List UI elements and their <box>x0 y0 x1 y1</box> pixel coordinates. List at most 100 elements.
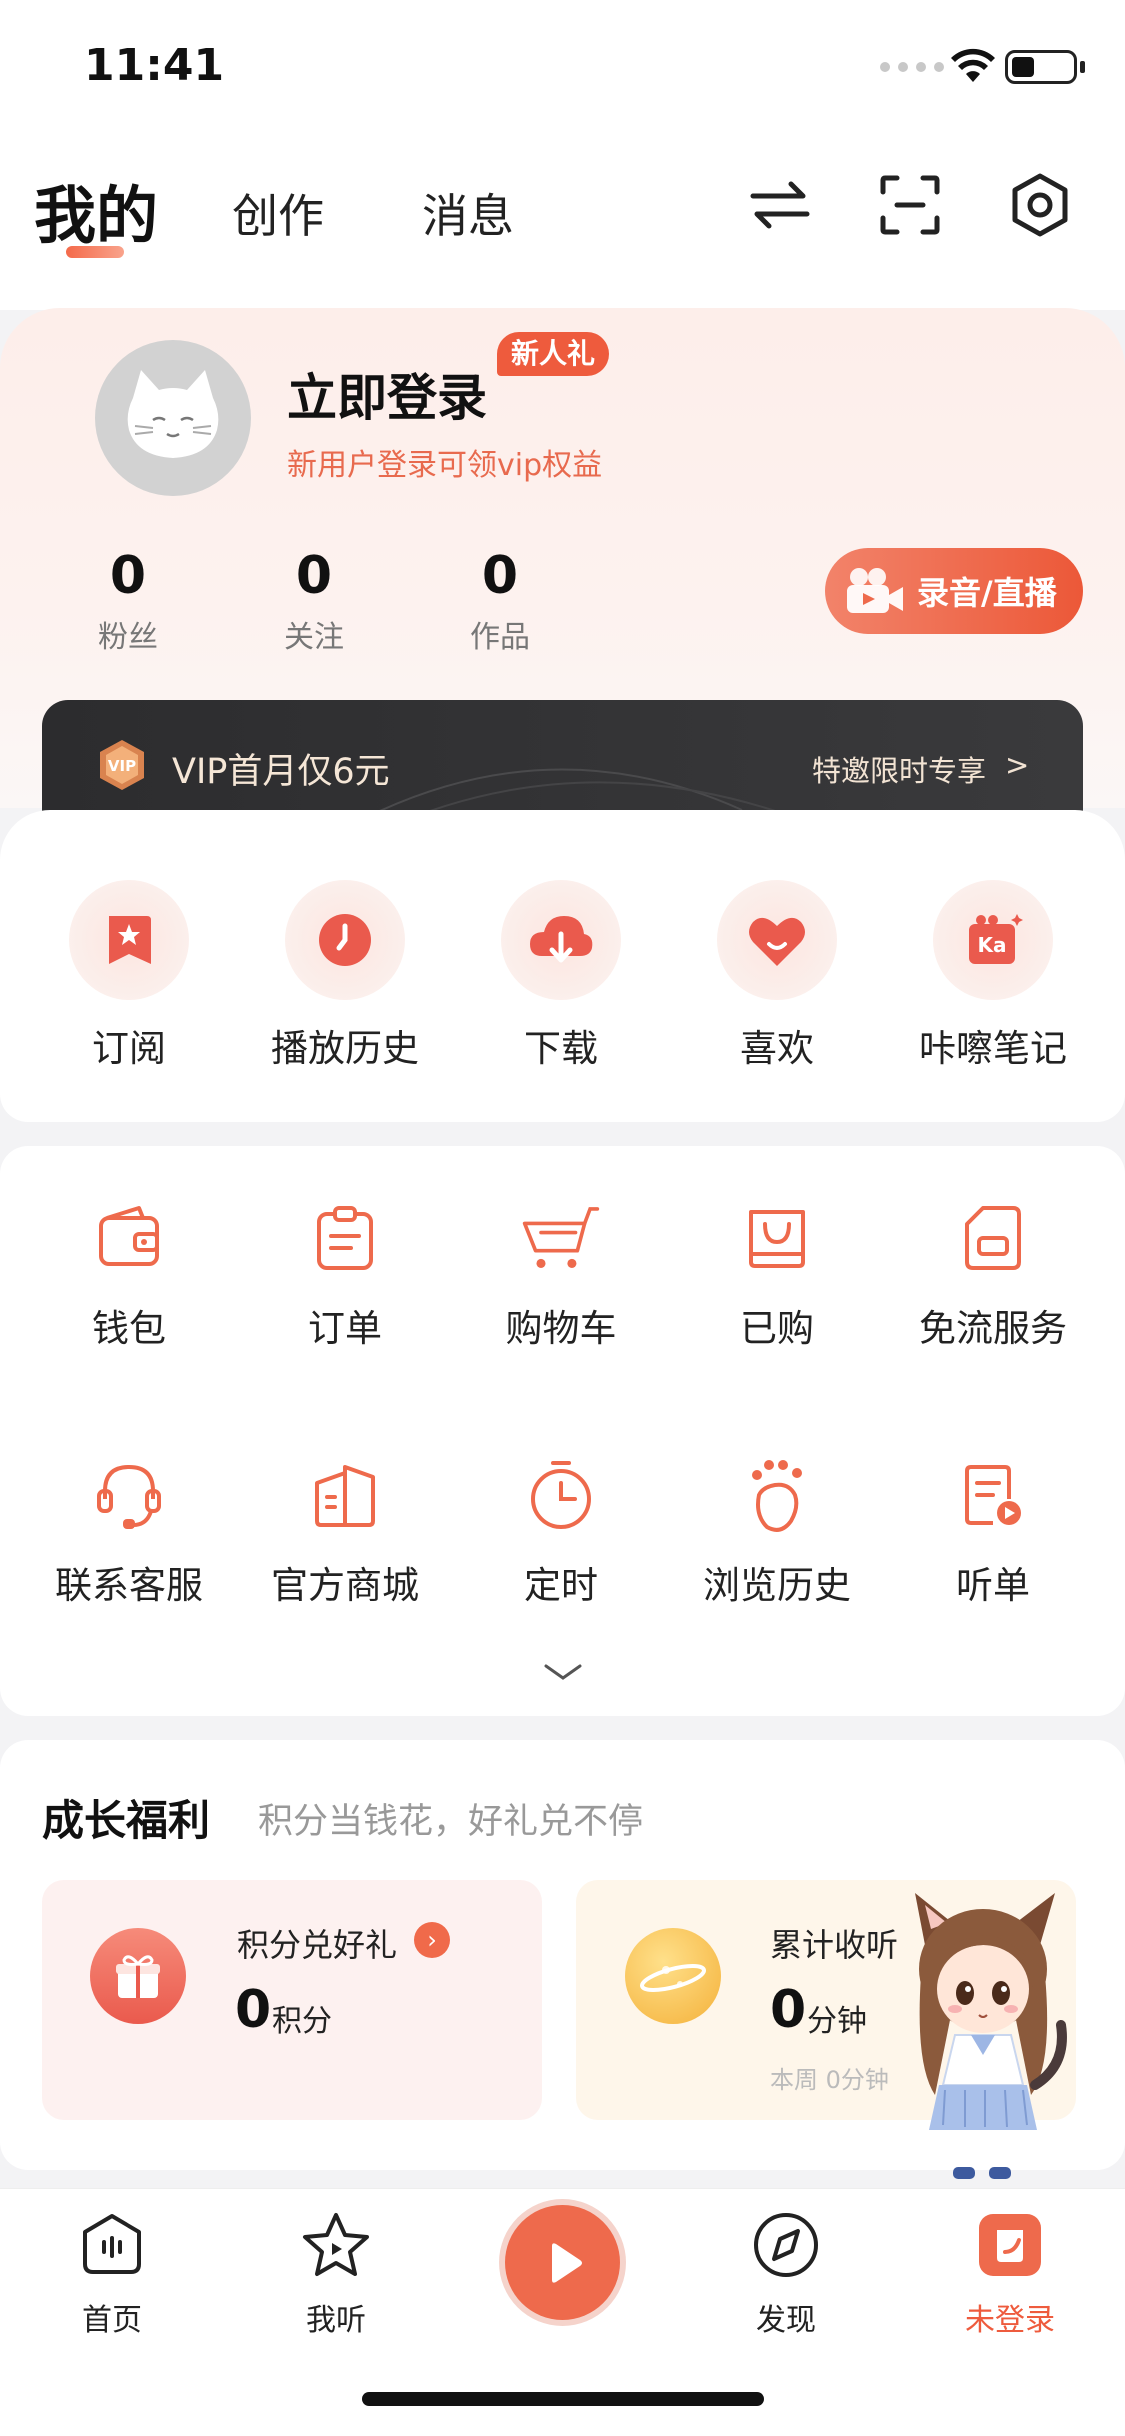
vip-limited-text[interactable]: 特邀限时专享 <box>812 748 986 790</box>
play-icon <box>551 2242 582 2283</box>
vip-crown-icon: VIP <box>100 740 144 790</box>
quick-like-label: 喜欢 <box>740 1027 814 1070</box>
listen-value: 0 <box>770 1980 807 2040</box>
service-cart[interactable]: 购物车 <box>461 1198 661 1352</box>
tab-active-indicator <box>66 246 124 258</box>
gift-icon <box>90 1928 186 2024</box>
service-timer[interactable]: 定时 <box>461 1455 661 1609</box>
planet-icon <box>625 1928 721 2024</box>
download-icon <box>530 916 593 963</box>
points-unit: 积分 <box>272 2004 332 2039</box>
service-order[interactable]: 订单 <box>245 1198 445 1352</box>
nav-discover-label: 发现 <box>756 2303 816 2338</box>
record-live-button[interactable]: 录音/直播 <box>825 548 1083 634</box>
new-user-badge: 新人礼 <box>497 332 610 376</box>
vip-arrow[interactable]: > <box>1005 748 1029 782</box>
fans-label[interactable]: 粉丝 <box>88 612 168 656</box>
customer-service-icon <box>97 1464 161 1529</box>
browse-history-icon <box>752 1460 802 1532</box>
home-indicator <box>362 2392 764 2406</box>
nav-discover[interactable]: 发现 <box>716 2205 856 2339</box>
service-purchased[interactable]: 已购 <box>677 1198 877 1352</box>
service-cart-label: 购物车 <box>505 1307 617 1350</box>
service-customer-service-label: 联系客服 <box>55 1564 203 1607</box>
quick-note[interactable]: Ka 咔嚓笔记 <box>893 880 1093 1072</box>
nav-home-label: 首页 <box>82 2303 142 2338</box>
svg-text:VIP: VIP <box>108 757 136 775</box>
free-data-icon <box>965 1206 1021 1270</box>
battery-cap <box>1080 61 1085 73</box>
signal-dots <box>880 62 944 72</box>
tab-create[interactable]: 创作 <box>232 180 324 246</box>
points-arrow-icon[interactable]: › <box>414 1922 450 1958</box>
service-playlist-label: 听单 <box>956 1564 1030 1607</box>
svg-text:Ka: Ka <box>978 933 1007 957</box>
cat-girl-mascot[interactable] <box>895 1885 1070 2185</box>
wallet-icon <box>99 1206 159 1266</box>
service-free-data[interactable]: 免流服务 <box>893 1198 1093 1352</box>
tab-mine[interactable]: 我的 <box>34 165 158 255</box>
quick-download-label: 下载 <box>524 1027 598 1070</box>
service-wallet-label: 钱包 <box>92 1307 166 1350</box>
service-free-data-label: 免流服务 <box>919 1307 1067 1350</box>
nav-listen[interactable]: 我听 <box>266 2205 406 2339</box>
star-icon <box>303 2213 369 2276</box>
service-mall[interactable]: 官方商城 <box>245 1455 445 1609</box>
scan-icon[interactable] <box>875 170 945 240</box>
service-customer-service[interactable]: 联系客服 <box>29 1455 229 1609</box>
order-icon <box>317 1206 373 1270</box>
top-nav: 我的 创作 消息 <box>0 140 1125 310</box>
cart-icon <box>522 1207 600 1268</box>
quick-subscribe[interactable]: 订阅 <box>29 880 229 1072</box>
note-icon: Ka <box>969 914 1023 964</box>
nav-home[interactable]: 首页 <box>42 2205 182 2339</box>
video-camera-icon <box>847 568 903 613</box>
login-subtitle[interactable]: 新用户登录可领vip权益 <box>287 440 602 484</box>
expand-chevron-icon[interactable] <box>540 1660 586 1684</box>
nav-profile-label: 未登录 <box>965 2303 1055 2338</box>
points-label: 积分兑好礼 <box>237 1926 398 1964</box>
avatar[interactable] <box>95 340 251 496</box>
listen-week: 本周 0分钟 <box>770 2066 889 2094</box>
settings-icon[interactable] <box>1005 170 1075 240</box>
service-timer-label: 定时 <box>524 1564 598 1607</box>
service-wallet[interactable]: 钱包 <box>29 1198 229 1352</box>
vip-offer-text[interactable]: VIP首月仅6元 <box>172 743 390 794</box>
play-history-icon <box>319 914 371 966</box>
record-live-label: 录音/直播 <box>917 574 1057 612</box>
switch-icon[interactable] <box>745 170 815 240</box>
subscribe-icon <box>109 916 151 964</box>
tab-messages[interactable]: 消息 <box>422 180 514 246</box>
quick-note-label: 咔嚓笔记 <box>919 1027 1067 1070</box>
purchased-icon <box>749 1210 805 1268</box>
service-browse-history[interactable]: 浏览历史 <box>677 1455 877 1609</box>
wifi-icon <box>951 48 995 82</box>
playlist-icon <box>965 1465 1021 1525</box>
service-browse-history-label: 浏览历史 <box>703 1564 851 1607</box>
home-icon <box>83 2214 141 2274</box>
battery-icon <box>1005 50 1077 84</box>
following-label[interactable]: 关注 <box>274 612 354 656</box>
service-purchased-label: 已购 <box>740 1307 814 1350</box>
play-button[interactable] <box>505 2205 620 2320</box>
status-time: 11:41 <box>84 40 225 91</box>
nav-profile[interactable]: 未登录 <box>940 2205 1080 2339</box>
cat-avatar-icon <box>127 370 219 458</box>
service-playlist[interactable]: 听单 <box>893 1455 1093 1609</box>
discover-icon <box>754 2213 818 2277</box>
works-label[interactable]: 作品 <box>460 612 540 656</box>
growth-subtitle: 积分当钱花，好礼兑不停 <box>258 1802 644 1842</box>
points-value: 0 <box>235 1980 272 2040</box>
quick-play-history-label: 播放历史 <box>271 1027 419 1070</box>
quick-like[interactable]: 喜欢 <box>677 880 877 1072</box>
fans-count[interactable]: 0 <box>88 546 168 606</box>
quick-play-history[interactable]: 播放历史 <box>245 880 445 1072</box>
listen-unit: 分钟 <box>807 2004 867 2039</box>
profile-icon <box>979 2214 1041 2276</box>
works-count[interactable]: 0 <box>460 546 540 606</box>
login-title[interactable]: 立即登录 <box>287 358 487 430</box>
quick-subscribe-label: 订阅 <box>92 1027 166 1070</box>
growth-title: 成长福利 <box>42 1796 211 1845</box>
following-count[interactable]: 0 <box>274 546 354 606</box>
quick-download[interactable]: 下载 <box>461 880 661 1072</box>
